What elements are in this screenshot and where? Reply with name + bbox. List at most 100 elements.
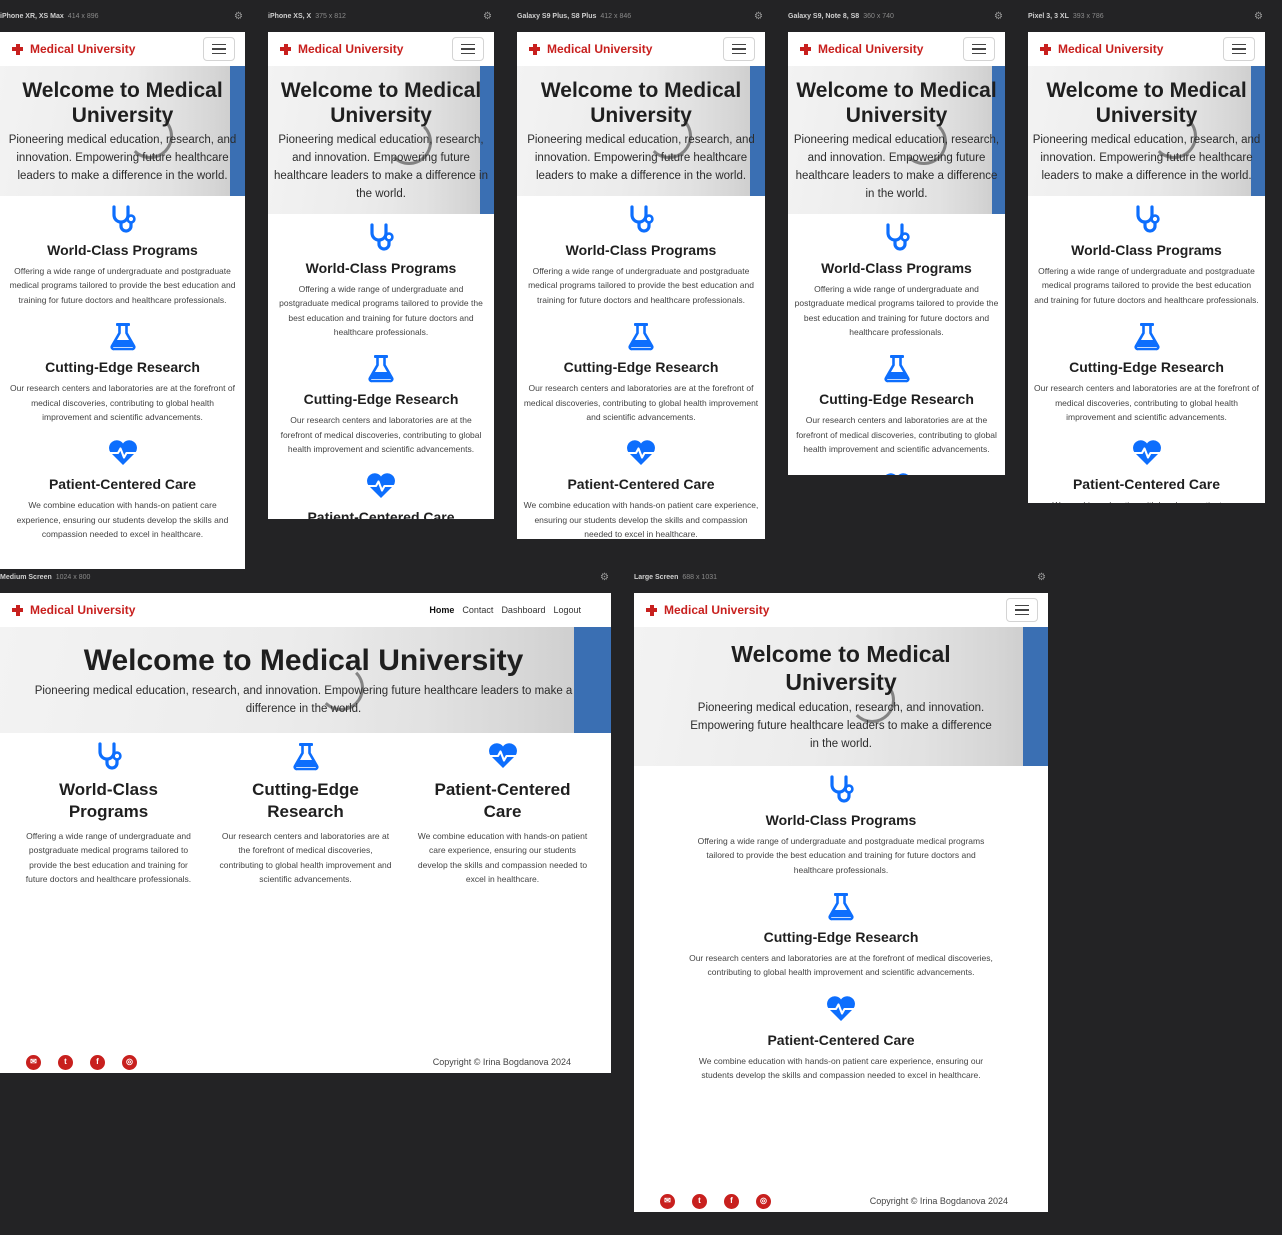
brand-name: Medical University bbox=[547, 42, 653, 56]
brand-link[interactable]: Medical University bbox=[280, 42, 403, 56]
gear-icon[interactable]: ⚙ bbox=[600, 572, 609, 583]
device-label: iPhone XS, X 375 x 812 ⚙ bbox=[268, 6, 494, 26]
device-screen: Medical University Welcome to Medical Un… bbox=[1028, 32, 1265, 503]
brand-link[interactable]: Medical University bbox=[800, 42, 923, 56]
nav-link-logout[interactable]: Logout bbox=[553, 605, 581, 615]
feature-title: Patient-Centered Care bbox=[434, 779, 571, 821]
navbar-toggler-button[interactable] bbox=[723, 37, 755, 61]
gear-icon[interactable]: ⚙ bbox=[1037, 572, 1046, 583]
navbar-toggler-button[interactable] bbox=[203, 37, 235, 61]
flask-icon bbox=[794, 353, 999, 383]
heartbeat-icon bbox=[523, 438, 759, 468]
hero-image-scrubs bbox=[1023, 627, 1048, 766]
device-name: Galaxy S9, Note 8, S8 bbox=[788, 13, 860, 20]
copyright-text: Copyright © Irina Bogdanova 2024 bbox=[869, 1196, 1008, 1206]
gear-icon[interactable]: ⚙ bbox=[234, 11, 243, 22]
features-section: World-Class Programs Offering a wide ran… bbox=[517, 196, 765, 539]
feature-title: Cutting-Edge Research bbox=[563, 359, 719, 376]
nav-link-contact[interactable]: Contact bbox=[462, 605, 493, 615]
nav-link-home[interactable]: Home bbox=[429, 605, 454, 615]
navbar: Medical University bbox=[1028, 32, 1265, 66]
gear-icon[interactable]: ⚙ bbox=[483, 11, 492, 22]
brand-link[interactable]: Medical University bbox=[646, 603, 769, 617]
device-label: Galaxy S9, Note 8, S8 360 x 740 ⚙ bbox=[788, 6, 1005, 26]
brand-link[interactable]: Medical University bbox=[529, 42, 652, 56]
medical-cross-icon bbox=[800, 43, 811, 55]
instagram-icon[interactable]: ◎ bbox=[756, 1193, 771, 1209]
feature-title: Cutting-Edge Research bbox=[45, 359, 200, 376]
hero-title: Welcome to Medical University bbox=[540, 79, 742, 128]
brand-link[interactable]: Medical University bbox=[12, 603, 135, 617]
device-size: 1024 x 800 bbox=[55, 574, 91, 581]
device-name: Galaxy S9 Plus, S8 Plus bbox=[517, 13, 597, 20]
feature-text: We combine education with hands-on patie… bbox=[1034, 498, 1259, 503]
stethoscope-icon bbox=[6, 204, 239, 234]
hero-subtitle: Pioneering medical education, research, … bbox=[527, 134, 755, 182]
twitter-icon[interactable]: t bbox=[58, 1054, 73, 1070]
instagram-icon[interactable]: ◎ bbox=[122, 1054, 137, 1070]
navbar: Medical University bbox=[517, 32, 765, 66]
navbar-toggler-button[interactable] bbox=[963, 37, 995, 61]
gear-icon[interactable]: ⚙ bbox=[754, 11, 763, 22]
device-size: 414 x 896 bbox=[67, 13, 99, 20]
feature-title: Cutting-Edge Research bbox=[252, 779, 359, 821]
footer: ✉ t f ◎ Copyright © Irina Bogdanova 2024 bbox=[634, 1190, 1048, 1212]
feature-text: Offering a wide range of undergraduate a… bbox=[9, 265, 236, 305]
feature-title: World-Class Programs bbox=[59, 779, 158, 821]
device-name: Medium Screen bbox=[0, 574, 52, 581]
features-section: World-Class Programs Offering a wide ran… bbox=[634, 766, 1048, 1089]
feature-card: Cutting-Edge Research Our research cente… bbox=[523, 313, 759, 430]
flask-icon bbox=[686, 891, 996, 921]
device-frame: iPhone XS, X 375 x 812 ⚙ Medical Universi… bbox=[268, 6, 494, 519]
medical-cross-icon bbox=[12, 43, 23, 55]
device-frame: Galaxy S9 Plus, S8 Plus 412 x 846 ⚙ Medic… bbox=[517, 6, 765, 539]
feature-card: World-Class Programs Offering a wide ran… bbox=[274, 214, 488, 346]
navbar: Medical University bbox=[268, 32, 494, 66]
navbar: Medical University Home Contact Dashboar… bbox=[0, 593, 611, 627]
feature-card: Patient-Centered Care We combine educati… bbox=[794, 463, 999, 475]
feature-card: Cutting-Edge Research Our research cente… bbox=[686, 883, 996, 986]
device-screen: Medical University Welcome to Medical Un… bbox=[634, 593, 1048, 1212]
feature-card: Cutting-Edge Research Our research cente… bbox=[274, 345, 488, 462]
feature-text: Offering a wide range of undergraduate a… bbox=[25, 830, 192, 885]
twitter-icon[interactable]: t bbox=[692, 1193, 707, 1209]
nav-link-dashboard[interactable]: Dashboard bbox=[501, 605, 545, 615]
brand-link[interactable]: Medical University bbox=[12, 42, 135, 56]
navbar: Medical University bbox=[0, 32, 245, 66]
navbar: Medical University bbox=[634, 593, 1048, 627]
heartbeat-icon bbox=[794, 471, 999, 475]
gear-icon[interactable]: ⚙ bbox=[994, 11, 1003, 22]
brand-name: Medical University bbox=[298, 42, 404, 56]
feature-card: Patient-Centered Care We combine educati… bbox=[523, 430, 759, 539]
stethoscope-icon bbox=[1034, 204, 1259, 234]
envelope-icon[interactable]: ✉ bbox=[660, 1193, 675, 1209]
navbar-toggler-button[interactable] bbox=[1223, 37, 1255, 61]
feature-text: Our research centers and laboratories ar… bbox=[10, 383, 235, 422]
heartbeat-icon bbox=[1034, 438, 1259, 468]
facebook-icon[interactable]: f bbox=[90, 1054, 105, 1070]
device-frame: iPhone XR, XS Max 414 x 896 ⚙ Medical Uni… bbox=[0, 6, 245, 569]
features-section: World-Class Programs Offering a wide ran… bbox=[0, 196, 245, 548]
hero-subtitle: Pioneering medical education, research, … bbox=[690, 702, 992, 750]
navbar-toggler-button[interactable] bbox=[1006, 598, 1038, 622]
brand-link[interactable]: Medical University bbox=[1040, 42, 1163, 56]
feature-title: World-Class Programs bbox=[305, 259, 457, 276]
gear-icon[interactable]: ⚙ bbox=[1254, 11, 1263, 22]
facebook-icon[interactable]: f bbox=[724, 1193, 739, 1209]
feature-card: World-Class Programs Offering a wide ran… bbox=[20, 741, 197, 887]
stethoscope-icon bbox=[794, 222, 999, 252]
feature-text: We combine education with hands-on patie… bbox=[417, 830, 588, 885]
brand-name: Medical University bbox=[818, 42, 924, 56]
envelope-icon[interactable]: ✉ bbox=[26, 1054, 41, 1070]
device-size: 412 x 846 bbox=[600, 13, 632, 20]
hero-section: Welcome to Medical University Pioneering… bbox=[517, 66, 765, 196]
heartbeat-icon bbox=[414, 741, 591, 771]
device-label: Large Screen 688 x 1031 ⚙ bbox=[634, 567, 1048, 587]
feature-card: World-Class Programs Offering a wide ran… bbox=[794, 214, 999, 346]
flask-icon bbox=[1034, 321, 1259, 351]
flask-icon bbox=[274, 353, 488, 383]
hero-section: Welcome to Medical University Pioneering… bbox=[1028, 66, 1265, 196]
device-name: Large Screen bbox=[634, 574, 679, 581]
navbar-toggler-button[interactable] bbox=[452, 37, 484, 61]
feature-text: Our research centers and laboratories ar… bbox=[689, 952, 993, 978]
